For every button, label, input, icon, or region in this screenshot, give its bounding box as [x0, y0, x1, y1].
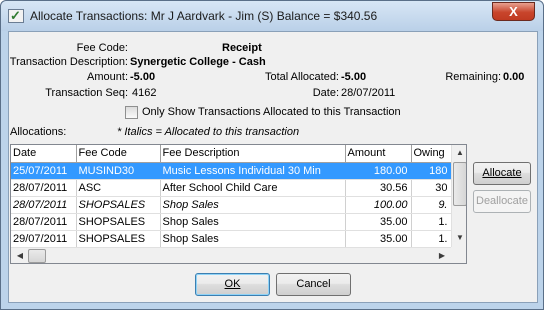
cell-fee-code: SHOPSALES [76, 196, 161, 214]
scroll-right-arrow-icon[interactable]: ▶ [434, 251, 450, 260]
cell-fee-code: SHOPSALES [76, 213, 161, 231]
date-label: Date: [312, 87, 339, 99]
cancel-button-label: Cancel [296, 278, 331, 290]
cell-date: 29/07/2011 [11, 230, 77, 248]
italics-legend: * Italics = Allocated to this transactio… [117, 126, 300, 138]
scroll-left-arrow-icon[interactable]: ◀ [12, 251, 28, 260]
total-allocated-value: -5.00 [341, 71, 367, 83]
cell-date: 28/07/2011 [11, 196, 77, 214]
cell-fee-code: MUSIND30 [76, 162, 161, 180]
fee-code-value: Receipt [222, 42, 262, 54]
cancel-button[interactable]: Cancel [276, 273, 351, 296]
column-header-owing[interactable]: Owing [411, 145, 452, 163]
amount-label: Amount: [87, 71, 128, 83]
total-allocated-label: Total Allocated: [265, 71, 339, 83]
allocate-transactions-dialog: ✓ Allocate Transactions: Mr J Aardvark -… [0, 0, 544, 310]
remaining-label: Remaining: [445, 71, 501, 83]
table-row[interactable]: 28/07/2011 ASC After School Child Care 30.5… [11, 179, 452, 197]
only-show-allocated-checkbox[interactable] [125, 106, 138, 119]
scrollbar-corner [451, 247, 466, 263]
cell-owing: 1. [411, 213, 452, 231]
column-header-amount[interactable]: Amount [345, 145, 412, 163]
title-bar[interactable]: ✓ Allocate Transactions: Mr J Aardvark -… [1, 1, 543, 31]
ok-button[interactable]: OK [195, 273, 270, 296]
scroll-down-arrow-icon[interactable]: ▼ [452, 233, 466, 242]
deallocate-button[interactable]: Deallocate [473, 190, 531, 213]
horizontal-scroll-thumb[interactable] [28, 249, 46, 263]
cell-owing: 1. [411, 230, 452, 248]
allocations-label: Allocations: [10, 126, 67, 138]
date-value: 28/07/2011 [341, 87, 396, 99]
close-button[interactable]: X [492, 2, 535, 21]
allocations-grid[interactable]: Date Fee Code Fee Description Amount Owi… [10, 144, 467, 264]
transaction-seq-value: 4162 [132, 87, 157, 99]
cell-fee-code: SHOPSALES [76, 230, 161, 248]
table-row[interactable]: 28/07/2011 SHOPSALES Shop Sales 100.00 9. [11, 196, 452, 214]
table-row[interactable]: 25/07/2011 MUSIND30 Music Lessons Individu… [11, 162, 452, 180]
scroll-up-arrow-icon[interactable]: ▲ [452, 148, 466, 157]
cell-amount: 30.56 [345, 179, 412, 197]
transaction-description-label: Transaction Description: [9, 56, 128, 68]
vertical-scroll-thumb[interactable] [453, 162, 466, 206]
cell-date: 25/07/2011 [11, 162, 77, 180]
table-header-row: Date Fee Code Fee Description Amount Owi… [11, 145, 452, 163]
cell-date: 28/07/2011 [11, 213, 77, 231]
transaction-description-value: Synergetic College - Cash [130, 56, 266, 68]
vertical-scrollbar[interactable]: ▲ ▼ [451, 145, 466, 247]
cell-fee-code: ASC [76, 179, 161, 197]
allocate-button[interactable]: Allocate [473, 162, 531, 185]
cell-owing: 30 [411, 179, 452, 197]
cell-owing: 180 [411, 162, 452, 180]
cell-amount: 35.00 [345, 213, 412, 231]
column-header-fee-code[interactable]: Fee Code [76, 145, 161, 163]
window-title: Allocate Transactions: Mr J Aardvark - J… [30, 9, 378, 23]
cell-amount: 100.00 [345, 196, 412, 214]
transaction-seq-label: Transaction Seq: [45, 87, 128, 99]
remaining-value: 0.00 [503, 71, 525, 83]
amount-value: -5.00 [130, 71, 156, 83]
horizontal-scrollbar[interactable]: ◀ ▶ [11, 247, 451, 263]
cell-date: 28/07/2011 [11, 179, 77, 197]
cell-owing: 9. [411, 196, 452, 214]
deallocate-button-label: Deallocate [476, 195, 528, 207]
cell-fee-description: After School Child Care [160, 179, 346, 197]
allocate-button-label: Allocate [482, 167, 522, 179]
dialog-body: Fee Code: Receipt Transaction Descriptio… [8, 31, 538, 303]
column-header-fee-description[interactable]: Fee Description [160, 145, 346, 163]
cell-fee-description: Music Lessons Individual 30 Min [160, 162, 346, 180]
cell-amount: 35.00 [345, 230, 412, 248]
cell-fee-description: Shop Sales [160, 213, 346, 231]
cell-fee-description: Shop Sales [160, 230, 346, 248]
fee-code-label: Fee Code: [76, 42, 128, 54]
column-header-date[interactable]: Date [11, 145, 77, 163]
table-row[interactable]: 29/07/2011 SHOPSALES Shop Sales 35.00 1. [11, 230, 452, 248]
cell-amount: 180.00 [345, 162, 412, 180]
allocations-table: Date Fee Code Fee Description Amount Owi… [11, 145, 452, 248]
ok-button-label: OK [224, 278, 241, 290]
cell-fee-description: Shop Sales [160, 196, 346, 214]
app-icon: ✓ [8, 8, 24, 23]
only-show-allocated-label[interactable]: Only Show Transactions Allocated to this… [142, 106, 401, 118]
table-row[interactable]: 28/07/2011 SHOPSALES Shop Sales 35.00 1. [11, 213, 452, 231]
